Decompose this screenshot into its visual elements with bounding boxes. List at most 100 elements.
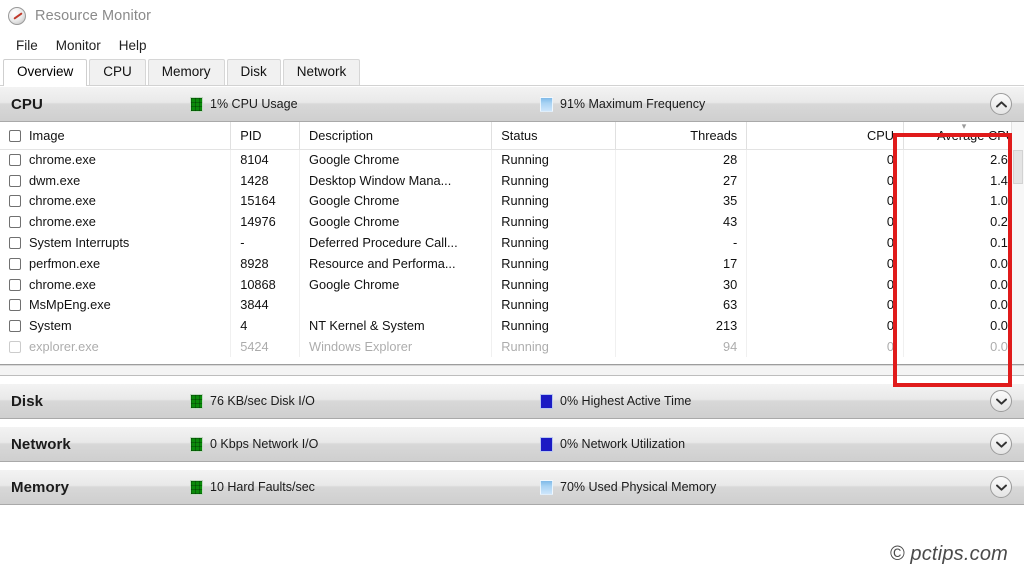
panel-header-network[interactable]: Network 0 Kbps Network I/O 0% Network Ut… [0, 426, 1024, 462]
cell-threads: 43 [615, 211, 747, 232]
cell-pid: 14976 [231, 211, 300, 232]
cell-status: Running [492, 191, 615, 212]
menu-item-monitor[interactable]: Monitor [47, 36, 110, 55]
panel-header-memory[interactable]: Memory 10 Hard Faults/sec 70% Used Physi… [0, 469, 1024, 505]
table-row[interactable]: System4NT Kernel & SystemRunning21300.03 [0, 315, 1024, 336]
table-header-row: Image PID Description Status Threads CPU… [0, 122, 1024, 149]
cell-image: MsMpEng.exe [0, 295, 231, 316]
row-checkbox[interactable] [9, 320, 21, 332]
tab-disk[interactable]: Disk [227, 59, 281, 85]
green-swatch-icon [190, 480, 203, 495]
tab-overview[interactable]: Overview [3, 59, 87, 86]
cell-status: Running [492, 336, 615, 357]
row-checkbox[interactable] [9, 237, 21, 249]
process-table: Image PID Description Status Threads CPU… [0, 122, 1024, 357]
tab-cpu[interactable]: CPU [89, 59, 146, 85]
cell-average-cpu: 0.02 [904, 336, 1024, 357]
tab-network[interactable]: Network [283, 59, 361, 85]
network-io-stat: 0 Kbps Network I/O [190, 437, 540, 452]
table-row[interactable]: chrome.exe10868Google ChromeRunning3000.… [0, 274, 1024, 295]
tab-memory[interactable]: Memory [148, 59, 225, 85]
cell-cpu: 0 [747, 211, 904, 232]
panel-spacer-2 [0, 419, 1024, 426]
collapse-cpu-panel-button[interactable] [990, 93, 1012, 115]
cell-description [300, 295, 492, 316]
expand-disk-panel-button[interactable] [990, 390, 1012, 412]
panel-title-network: Network [0, 436, 190, 453]
disk-active-time-label: 0% Highest Active Time [560, 394, 691, 408]
row-checkbox[interactable] [9, 341, 21, 353]
cell-cpu: 0 [747, 315, 904, 336]
table-row[interactable]: MsMpEng.exe3844Running6300.03 [0, 295, 1024, 316]
cell-pid: 15164 [231, 191, 300, 212]
cell-image-label: chrome.exe [29, 152, 96, 167]
cell-pid: 1428 [231, 170, 300, 191]
sort-descending-icon: ▾ [962, 122, 967, 131]
column-header-description[interactable]: Description [300, 122, 492, 149]
cell-threads: 28 [615, 149, 747, 170]
column-header-pid[interactable]: PID [231, 122, 300, 149]
column-header-threads[interactable]: Threads [615, 122, 747, 149]
cell-image-label: chrome.exe [29, 193, 96, 208]
table-row[interactable]: perfmon.exe8928Resource and Performa...R… [0, 253, 1024, 274]
table-row[interactable]: explorer.exe5424Windows ExplorerRunning9… [0, 336, 1024, 357]
row-checkbox[interactable] [9, 299, 21, 311]
menu-item-file[interactable]: File [7, 36, 47, 55]
cell-image-label: explorer.exe [29, 339, 99, 354]
resource-monitor-window: Resource Monitor File Monitor Help Overv… [0, 0, 1024, 576]
menu-item-help[interactable]: Help [110, 36, 156, 55]
menu-bar: File Monitor Help [0, 32, 1024, 58]
column-header-image[interactable]: Image [0, 122, 231, 149]
row-checkbox[interactable] [9, 216, 21, 228]
cell-pid: 4 [231, 315, 300, 336]
table-vertical-scrollbar[interactable] [1011, 122, 1024, 364]
panel-title-memory: Memory [0, 479, 190, 496]
lightblue-swatch-icon [540, 97, 553, 112]
table-horizontal-scrollbar[interactable] [0, 365, 1024, 376]
green-swatch-icon [190, 437, 203, 452]
cell-status: Running [492, 149, 615, 170]
row-checkbox[interactable] [9, 279, 21, 291]
cell-image: System Interrupts [0, 232, 231, 253]
row-checkbox[interactable] [9, 258, 21, 270]
table-row[interactable]: chrome.exe8104Google ChromeRunning2802.6… [0, 149, 1024, 170]
disk-active-time-stat: 0% Highest Active Time [540, 394, 691, 409]
panel-spacer-3 [0, 462, 1024, 469]
panel-header-disk[interactable]: Disk 76 KB/sec Disk I/O 0% Highest Activ… [0, 383, 1024, 419]
cell-cpu: 0 [747, 336, 904, 357]
table-row[interactable]: dwm.exe1428Desktop Window Mana...Running… [0, 170, 1024, 191]
column-header-cpu[interactable]: CPU [747, 122, 904, 149]
table-row[interactable]: chrome.exe14976Google ChromeRunning4300.… [0, 211, 1024, 232]
cell-average-cpu: 0.16 [904, 232, 1024, 253]
expand-memory-panel-button[interactable] [990, 476, 1012, 498]
cell-description: Google Chrome [300, 191, 492, 212]
select-all-checkbox[interactable] [9, 130, 21, 142]
cell-image-label: System [29, 318, 72, 333]
cell-cpu: 0 [747, 170, 904, 191]
table-row[interactable]: chrome.exe15164Google ChromeRunning3501.… [0, 191, 1024, 212]
column-header-average-cpu-label: Average CPU [937, 128, 1015, 143]
lightblue-swatch-icon [540, 480, 553, 495]
cell-cpu: 0 [747, 232, 904, 253]
resource-monitor-gauge-icon [8, 7, 26, 25]
column-header-average-cpu[interactable]: ▾ Average CPU [904, 122, 1024, 149]
column-header-status[interactable]: Status [492, 122, 615, 149]
cell-description: Google Chrome [300, 274, 492, 295]
table-scroll-thumb[interactable] [1013, 150, 1023, 184]
cell-description: Google Chrome [300, 211, 492, 232]
table-row[interactable]: System Interrupts-Deferred Procedure Cal… [0, 232, 1024, 253]
green-swatch-icon [190, 97, 203, 112]
cpu-max-frequency-stat: 91% Maximum Frequency [540, 97, 705, 112]
title-bar: Resource Monitor [0, 0, 1024, 32]
cell-threads: 30 [615, 274, 747, 295]
watermark: © pctips.com [890, 543, 1008, 566]
green-swatch-icon [190, 394, 203, 409]
panel-header-cpu[interactable]: CPU 1% CPU Usage 91% Maximum Frequency [0, 86, 1024, 122]
row-checkbox[interactable] [9, 175, 21, 187]
darkblue-swatch-icon [540, 437, 553, 452]
row-checkbox[interactable] [9, 195, 21, 207]
expand-network-panel-button[interactable] [990, 433, 1012, 455]
cell-cpu: 0 [747, 274, 904, 295]
row-checkbox[interactable] [9, 154, 21, 166]
cell-image: perfmon.exe [0, 253, 231, 274]
